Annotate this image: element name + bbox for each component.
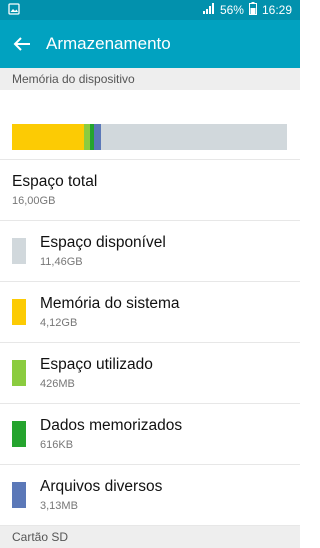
storage-item-row[interactable]: Espaço disponível 11,46GB [0, 221, 300, 282]
storage-item-value: 3,13MB [40, 500, 78, 512]
signal-icon [202, 3, 215, 17]
app-bar: Armazenamento [0, 20, 300, 68]
status-bar: 56% 16:29 [0, 0, 300, 20]
storage-bar-container [0, 90, 300, 160]
storage-bar-segment-available [101, 124, 287, 150]
color-swatch [12, 482, 26, 508]
storage-item-row[interactable]: Arquivos diversos 3,13MB [0, 465, 300, 526]
color-swatch [12, 360, 26, 386]
storage-bar-segment-used [83, 124, 91, 150]
storage-item-label: Espaço utilizado [40, 356, 153, 373]
image-notification-icon [8, 3, 20, 15]
battery-percent: 56% [219, 3, 244, 17]
storage-item-label: Espaço disponível [40, 234, 166, 251]
storage-item-row[interactable]: Dados memorizados 616KB [0, 404, 300, 465]
color-swatch [12, 421, 26, 447]
storage-item-value: 11,46GB [40, 256, 83, 268]
color-swatch [12, 238, 26, 264]
total-space-value: 16,00GB [12, 195, 56, 207]
storage-item-label: Dados memorizados [40, 417, 183, 434]
storage-item-row[interactable]: Espaço utilizado 426MB [0, 343, 300, 404]
storage-item-value: 426MB [40, 378, 75, 390]
page-title: Armazenamento [46, 34, 171, 53]
storage-bar-segment-system [12, 124, 84, 150]
battery-icon [248, 2, 257, 18]
clock: 16:29 [261, 3, 292, 17]
storage-item-label: Memória do sistema [40, 295, 180, 312]
color-swatch [12, 299, 26, 325]
back-arrow-icon[interactable] [12, 34, 32, 54]
section-header-sd-card: Cartão SD [0, 526, 300, 548]
storage-item-value: 616KB [40, 439, 74, 451]
total-space-row: Espaço total 16,00GB [0, 160, 300, 221]
storage-item-row[interactable]: Memória do sistema 4,12GB [0, 282, 300, 343]
total-space-label: Espaço total [12, 173, 98, 190]
storage-bar-segment-misc [93, 124, 102, 150]
storage-usage-bar [12, 124, 287, 150]
storage-item-label: Arquivos diversos [40, 478, 163, 495]
storage-item-value: 4,12GB [40, 317, 78, 329]
section-header-device-memory: Memória do dispositivo [0, 68, 300, 90]
